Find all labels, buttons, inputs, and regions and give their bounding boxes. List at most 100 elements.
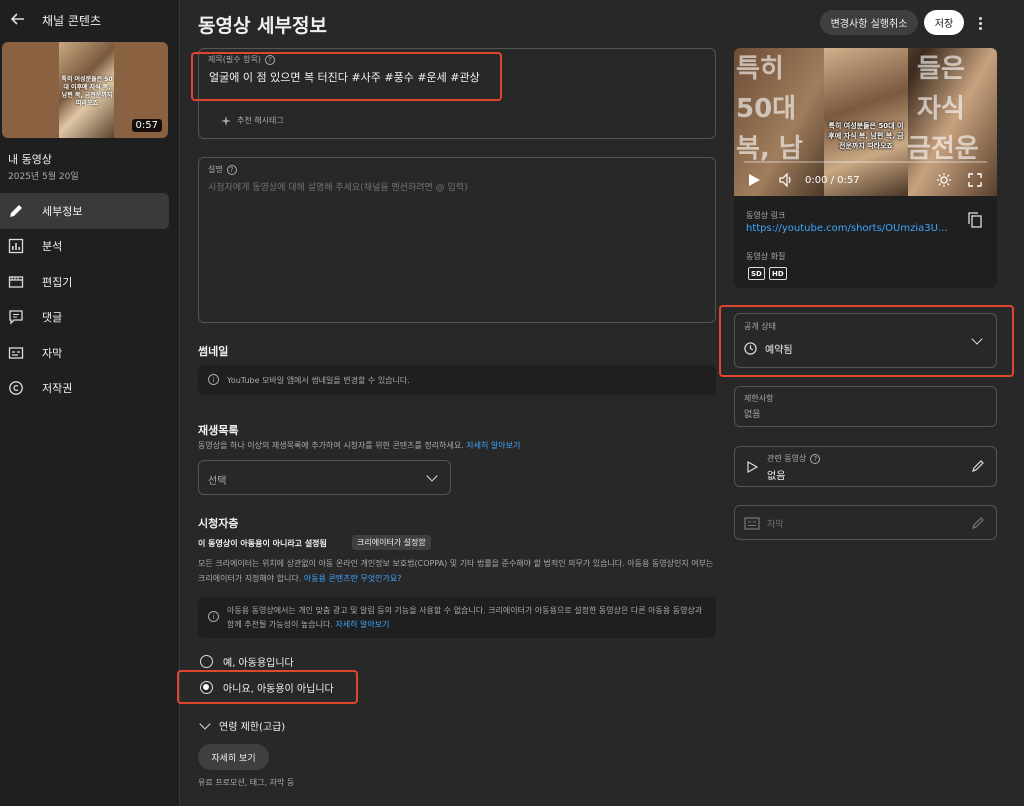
help-icon[interactable]: ?: [226, 164, 237, 175]
preview-bg-text: 금전운: [907, 134, 979, 164]
video-preview-card: 특히 들은 50대 자식 복, 남 금전운 특히 여성분들은 50대 이후에 자…: [734, 48, 997, 288]
video-link[interactable]: https://youtube.com/shorts/OUmzia3U...: [746, 223, 951, 234]
sidebar-item-details[interactable]: 세부정보: [0, 193, 169, 229]
sidebar-item-label: 자막: [42, 346, 63, 360]
sidebar-header: 채널 콘텐츠: [0, 0, 180, 40]
sidebar-item-label: 편집기: [42, 275, 73, 289]
thumbnail-info-box: i YouTube 모바일 앱에서 썸네일을 변경할 수 있습니다.: [198, 365, 716, 395]
subtitles-icon: [744, 517, 760, 530]
highlight-visibility-box: [719, 305, 1014, 377]
thumbnail-overlay-text: 특히 여성분들은 50대 이후에 자식 복, 남편 복, 금전운까지 따라오죠: [61, 76, 113, 107]
chevron-down-icon: [426, 470, 438, 482]
preview-bg-text: 50대: [736, 94, 797, 124]
description-input[interactable]: 시청자에게 동영상에 대해 설명해 주세요(채널을 멘션하려면 @ 입력): [208, 180, 468, 193]
subtitles-field[interactable]: 자막: [734, 505, 997, 540]
audience-info-text: 아동용 동영상에서는 개인 맞춤 광고 및 알림 등의 기능을 사용할 수 없습…: [227, 606, 703, 629]
highlight-title-box: [191, 52, 502, 101]
more-options-icon[interactable]: [973, 13, 987, 33]
sidebar-item-label: 저작권: [42, 382, 73, 396]
pencil-icon: [8, 203, 24, 219]
info-icon: i: [208, 611, 219, 622]
sd-quality-badge: SD: [748, 267, 765, 280]
video-time: 0:00 / 0:57: [805, 175, 860, 186]
audience-setting-status: 이 동영상이 아동용이 아니라고 설정됨: [198, 539, 327, 548]
playlist-section-title: 재생목록: [198, 424, 239, 437]
radio-made-for-kids-yes[interactable]: 예, 아동용입니다: [200, 654, 294, 669]
subtitles-icon: [8, 345, 24, 361]
related-video-value: 없음: [767, 471, 786, 482]
back-arrow-icon[interactable]: [8, 9, 28, 29]
video-date: 2025년 5월 20일: [8, 172, 79, 182]
video-player[interactable]: 특히 들은 50대 자식 복, 남 금전운 특히 여성분들은 50대 이후에 자…: [734, 48, 997, 196]
audience-learn-more-link[interactable]: 자세히 알아보기: [335, 620, 389, 629]
related-video-label-text: 관련 동영상: [767, 454, 807, 463]
related-video-label: 관련 동영상 ?: [767, 453, 821, 464]
radio-yes-label: 예, 아동용입니다: [223, 658, 294, 669]
video-quality-label: 동영상 화질: [746, 252, 786, 261]
learn-more-link[interactable]: 자세히 알아보기: [466, 441, 520, 450]
duration-badge: 0:57: [131, 119, 162, 132]
highlight-not-for-kids-box: [177, 670, 358, 704]
subtitles-label: 자막: [767, 520, 784, 530]
restrictions-value: 없음: [744, 410, 761, 420]
sidebar-item-analytics[interactable]: 분석: [0, 229, 169, 265]
playlist-select-value: 선택: [208, 476, 227, 487]
volume-icon[interactable]: [778, 172, 794, 188]
sidebar-item-editor[interactable]: 편집기: [0, 264, 169, 300]
info-icon: i: [208, 374, 219, 385]
comments-icon: [8, 309, 24, 325]
thumbnail-info-text: YouTube 모바일 앱에서 썸네일을 변경할 수 있습니다.: [227, 376, 410, 385]
playlist-select[interactable]: 선택: [198, 460, 451, 495]
description-label-text: 설명: [208, 165, 223, 174]
sidebar: 채널 콘텐츠 특히 여성분들은 50대 이후에 자식 복, 남편 복, 금전운까…: [0, 0, 180, 806]
radio-button[interactable]: [200, 655, 213, 668]
edit-pencil-icon[interactable]: [971, 459, 985, 473]
show-more-description: 유료 프로모션, 태그, 자막 등: [198, 778, 295, 787]
analytics-icon: [8, 238, 24, 254]
kids-content-link[interactable]: 아동용 콘텐츠란 무엇인가요?: [304, 574, 402, 583]
audience-info-content: 아동용 동영상에서는 개인 맞춤 광고 및 알림 등의 기능을 사용할 수 없습…: [227, 604, 711, 632]
sidebar-nav: 세부정보 분석 편집기 댓글 자막 저작권: [0, 193, 169, 406]
sidebar-item-copyright[interactable]: 저작권: [0, 371, 169, 407]
video-link-label: 동영상 링크: [746, 211, 786, 220]
description-label: 설명 ?: [208, 164, 237, 175]
save-button[interactable]: 저장: [924, 10, 964, 35]
thumbnail-section-title: 썸네일: [198, 345, 229, 358]
my-video-label: 내 동영상: [8, 153, 52, 166]
preview-bg-text: 복, 남: [736, 134, 803, 164]
audience-section-title: 시청자층: [198, 517, 239, 530]
description-field[interactable]: 설명 ? 시청자에게 동영상에 대해 설명해 주세요(채널을 멘션하려면 @ 입…: [198, 157, 716, 323]
creator-set-badge: 크리에이터가 설정함: [352, 535, 431, 550]
audience-description: 모든 크리에이터는 위치에 상관없이 아동 온라인 개인정보 보호법(COPPA…: [198, 556, 718, 586]
sidebar-item-comments[interactable]: 댓글: [0, 300, 169, 336]
restrictions-field: 제한사항 없음: [734, 386, 997, 427]
suggested-hashtags-button[interactable]: 추천 해시태그: [221, 115, 284, 126]
age-restriction-toggle[interactable]: 연령 제한(고급): [199, 717, 286, 733]
sidebar-item-label: 댓글: [42, 311, 63, 325]
fullscreen-icon[interactable]: [968, 173, 982, 187]
copyright-icon: [8, 380, 24, 396]
show-more-button[interactable]: 자세히 보기: [198, 744, 269, 770]
undo-changes-button[interactable]: 변경사항 실행취소: [820, 10, 918, 35]
video-thumbnail[interactable]: 특히 여성분들은 50대 이후에 자식 복, 남편 복, 금전운까지 따라오죠 …: [2, 42, 168, 138]
settings-gear-icon[interactable]: [936, 172, 952, 188]
sidebar-item-subtitles[interactable]: 자막: [0, 335, 169, 371]
hashtag-button-label: 추천 해시태그: [237, 116, 284, 125]
related-video-field[interactable]: 관련 동영상 ? 없음: [734, 446, 997, 487]
chevron-down-icon: [199, 717, 211, 730]
video-progress-bar[interactable]: [744, 161, 987, 163]
edit-pencil-icon[interactable]: [971, 516, 985, 530]
hd-quality-badge: HD: [769, 267, 787, 280]
sidebar-item-label: 분석: [42, 240, 63, 254]
sidebar-item-label: 세부정보: [42, 204, 83, 218]
help-icon[interactable]: ?: [810, 453, 821, 464]
editor-icon: [8, 274, 24, 290]
audience-desc-text: 모든 크리에이터는 위치에 상관없이 아동 온라인 개인정보 보호법(COPPA…: [198, 559, 714, 583]
age-restriction-label: 연령 제한(고급): [219, 722, 286, 733]
audience-info-box: i 아동용 동영상에서는 개인 맞춤 광고 및 알림 등의 기능을 사용할 수 …: [198, 597, 716, 638]
playlist-desc-text: 동영상을 하나 이상의 재생목록에 추가하여 시청자를 위한 콘텐츠를 정리하세…: [198, 441, 464, 450]
copy-icon[interactable]: [968, 212, 982, 228]
restrictions-label: 제한사항: [744, 394, 774, 403]
preview-bg-text: 특히: [736, 54, 784, 84]
play-icon[interactable]: [747, 173, 761, 187]
